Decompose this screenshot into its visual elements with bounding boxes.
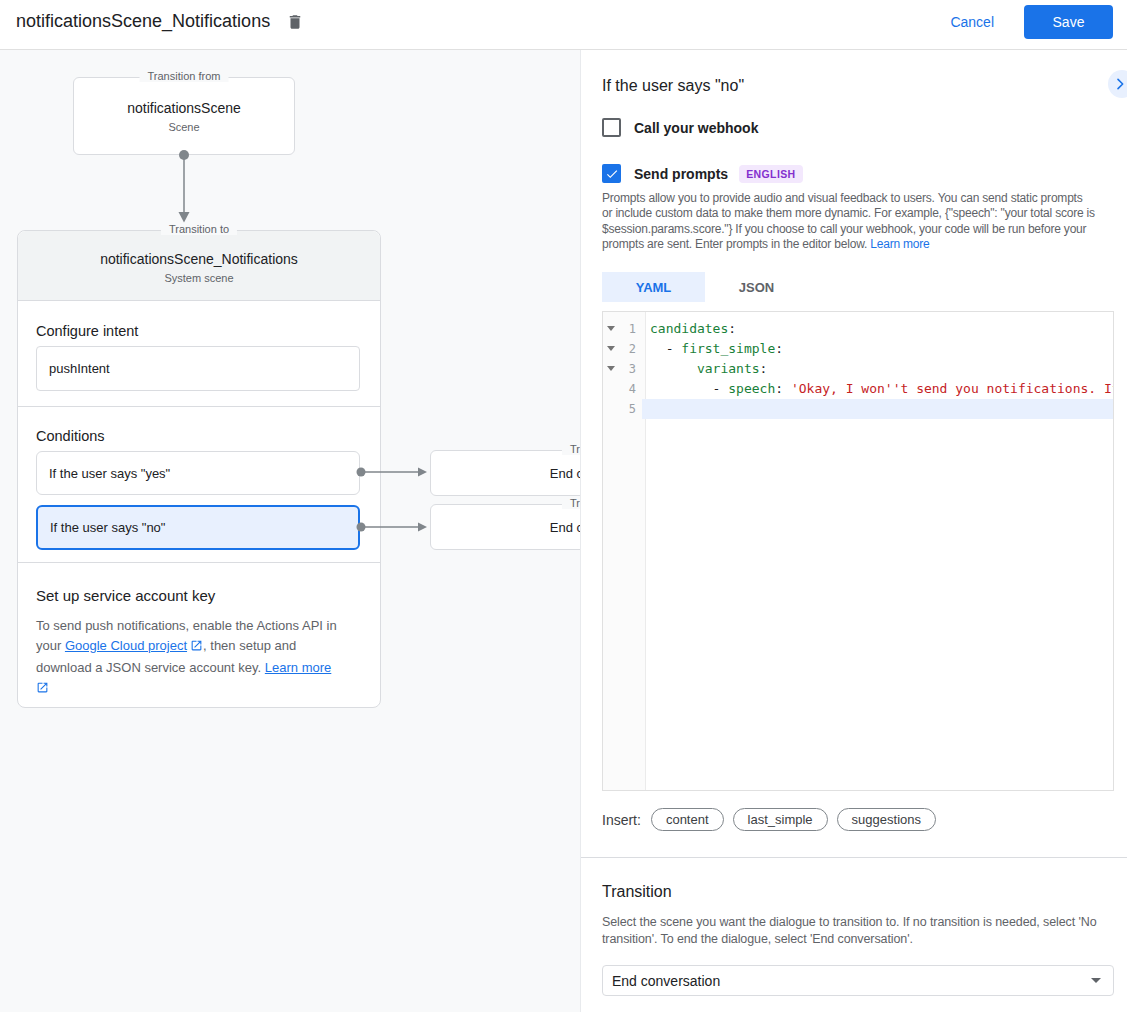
insert-content-button[interactable]: content <box>651 808 724 831</box>
line-number: 1 <box>619 319 641 339</box>
node-end-conversation[interactable]: Transition to End conversation <box>430 504 580 550</box>
webhook-row: Call your webhook <box>602 118 758 137</box>
insert-suggestions-button[interactable]: suggestions <box>837 808 936 831</box>
page-title: notificationsScene_Notifications <box>16 11 270 32</box>
code-line[interactable]: 3 variants: <box>603 359 1113 379</box>
node-name: End conversation <box>431 451 580 495</box>
service-key-text: To send push notifications, enable the A… <box>36 616 362 700</box>
service-key-section: Set up service account key To send push … <box>18 563 380 707</box>
transition-title: Transition <box>602 883 672 901</box>
language-badge: ENGLISH <box>739 165 802 183</box>
tab-json[interactable]: JSON <box>705 272 808 302</box>
learn-more-link[interactable]: Learn more <box>265 660 331 675</box>
code-line[interactable]: 2 - first_simple: <box>603 339 1113 359</box>
code-lines: 1candidates:2 - first_simple:3 variants:… <box>603 319 1113 419</box>
call-webhook-checkbox[interactable] <box>602 118 621 137</box>
code-line[interactable]: 4 - speech: 'Okay, I won''t send you not… <box>603 379 1113 399</box>
line-number: 3 <box>619 359 641 379</box>
condition-detail-panel: If the user says "no" Call your webhook … <box>580 50 1127 1012</box>
line-number: 2 <box>619 339 641 359</box>
fold-spacer <box>603 399 619 419</box>
transition-select[interactable]: End conversation <box>602 965 1114 996</box>
insert-row: Insert: content last_simple suggestions <box>602 808 945 831</box>
node-legend: Transition from <box>140 70 229 82</box>
line-number: 4 <box>619 379 641 399</box>
conditions-section: Conditions If the user says "yes" If the… <box>18 407 380 563</box>
save-button[interactable]: Save <box>1024 5 1113 39</box>
call-webhook-label: Call your webhook <box>634 120 758 136</box>
node-name: notificationsScene_Notifications <box>18 231 380 267</box>
insert-last-simple-button[interactable]: last_simple <box>733 808 828 831</box>
delete-icon[interactable] <box>286 13 304 31</box>
header: notificationsScene_Notifications Cancel … <box>0 0 1127 50</box>
transition-value: End conversation <box>612 973 1091 989</box>
intent-field[interactable]: pushIntent <box>36 346 360 391</box>
node-type: Scene <box>74 121 294 133</box>
external-link-icon <box>190 638 203 658</box>
node-type: System scene <box>18 272 380 284</box>
node-name: notificationsScene <box>74 78 294 116</box>
page: notificationsScene_Notifications Cancel … <box>0 0 1127 1012</box>
transition-description: Select the scene you want the dialogue t… <box>602 914 1110 948</box>
condition-item-yes[interactable]: If the user says "yes" <box>36 451 360 495</box>
panel-title: If the user says "no" <box>602 77 744 95</box>
send-prompts-label: Send prompts <box>634 166 728 182</box>
node-legend: Transition to <box>562 497 580 509</box>
scene-card-header[interactable]: Transition to notificationsScene_Notific… <box>18 231 380 301</box>
section-title: Configure intent <box>36 301 362 339</box>
insert-label: Insert: <box>602 812 641 828</box>
configure-intent-section: Configure intent pushIntent <box>18 301 380 407</box>
condition-label: If the user says "yes" <box>49 466 170 481</box>
node-legend: Transition to <box>161 223 237 235</box>
code-editor[interactable]: 1candidates:2 - first_simple:3 variants:… <box>602 311 1114 791</box>
fold-spacer <box>603 379 619 399</box>
editor-tabs: YAML JSON <box>602 272 808 302</box>
scene-diagram-panel: Transition from notificationsScene Scene… <box>0 50 580 1012</box>
tab-yaml[interactable]: YAML <box>602 272 705 302</box>
section-title: Conditions <box>36 407 362 444</box>
section-divider <box>581 857 1127 858</box>
external-link-icon <box>36 680 49 700</box>
code-text: - speech: 'Okay, I won''t send you notif… <box>642 379 1113 399</box>
scene-card: Transition to notificationsScene_Notific… <box>17 230 381 708</box>
fold-arrow-icon[interactable] <box>603 359 619 379</box>
condition-label: If the user says "no" <box>50 520 165 535</box>
send-prompts-checkbox[interactable] <box>602 164 621 183</box>
intent-value: pushIntent <box>49 361 110 376</box>
code-text <box>642 399 1113 419</box>
fold-arrow-icon[interactable] <box>603 319 619 339</box>
condition-item-no[interactable]: If the user says "no" <box>36 505 360 550</box>
code-text: candidates: <box>642 319 1113 339</box>
code-text: variants: <box>642 359 1113 379</box>
cancel-button[interactable]: Cancel <box>950 14 994 30</box>
node-legend: Transition to <box>562 443 580 455</box>
code-text: - first_simple: <box>642 339 1113 359</box>
node-name: End conversation <box>431 505 580 549</box>
prompts-description: Prompts allow you to provide audio and v… <box>602 191 1127 252</box>
learn-more-link[interactable]: Learn more <box>870 237 929 251</box>
prompts-row: Send prompts ENGLISH <box>602 164 803 183</box>
node-end-conversation[interactable]: Transition to End conversation <box>430 450 580 496</box>
google-cloud-project-link[interactable]: Google Cloud project <box>65 638 187 653</box>
fold-arrow-icon[interactable] <box>603 339 619 359</box>
section-title: Set up service account key <box>36 563 362 604</box>
code-line[interactable]: 1candidates: <box>603 319 1113 339</box>
collapse-panel-button[interactable] <box>1108 70 1127 98</box>
node-transition-from[interactable]: Transition from notificationsScene Scene <box>73 77 295 155</box>
dropdown-caret-icon <box>1091 978 1101 983</box>
line-number: 5 <box>619 399 641 419</box>
code-line[interactable]: 5 <box>603 399 1113 419</box>
